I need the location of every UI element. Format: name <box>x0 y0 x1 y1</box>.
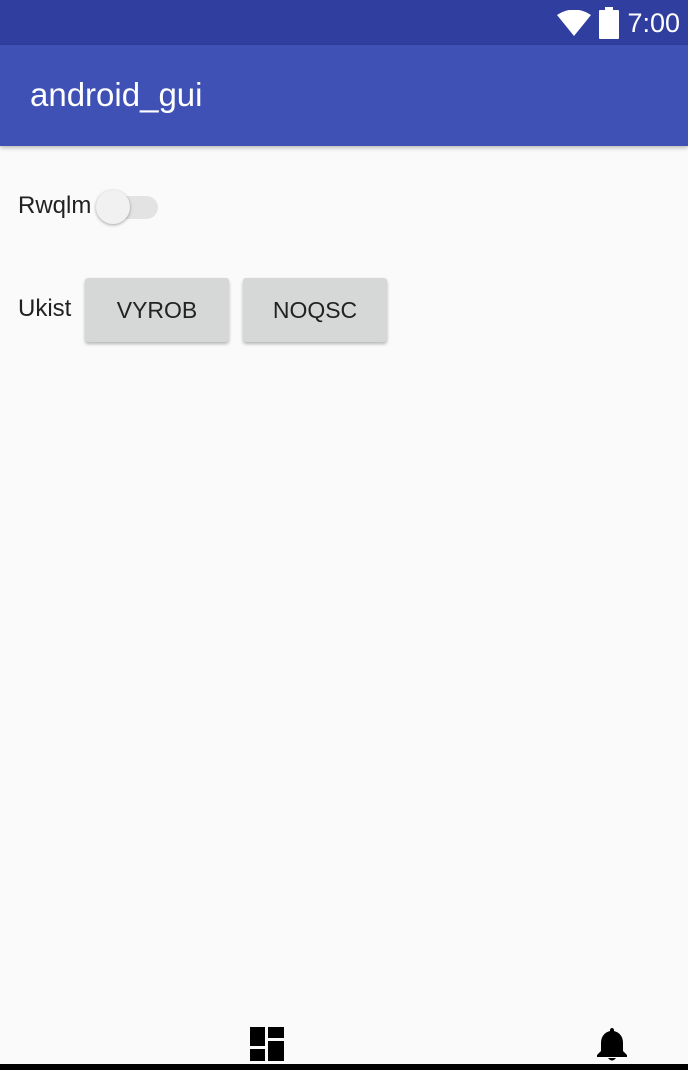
wifi-icon <box>557 10 592 36</box>
status-bar: 7:00 <box>0 0 688 45</box>
vyrob-button[interactable]: VYROB <box>85 278 229 342</box>
navigation-bar-edge <box>0 1064 688 1070</box>
switch-label: Rwqlm <box>18 192 92 219</box>
noqsc-button[interactable]: NOQSC <box>243 278 387 342</box>
buttons-row-label: Ukist <box>18 295 72 322</box>
dashboard-icon[interactable] <box>250 1027 284 1061</box>
bell-icon[interactable] <box>595 1026 629 1062</box>
bottom-nav <box>0 1020 688 1070</box>
status-time: 7:00 <box>627 8 680 38</box>
battery-icon <box>599 7 620 39</box>
app-bar: android_gui <box>0 45 688 146</box>
rwqlm-switch[interactable] <box>96 190 162 224</box>
switch-thumb[interactable] <box>96 190 130 224</box>
app-title: android_gui <box>30 76 203 113</box>
status-icons: 7:00 <box>557 6 680 40</box>
